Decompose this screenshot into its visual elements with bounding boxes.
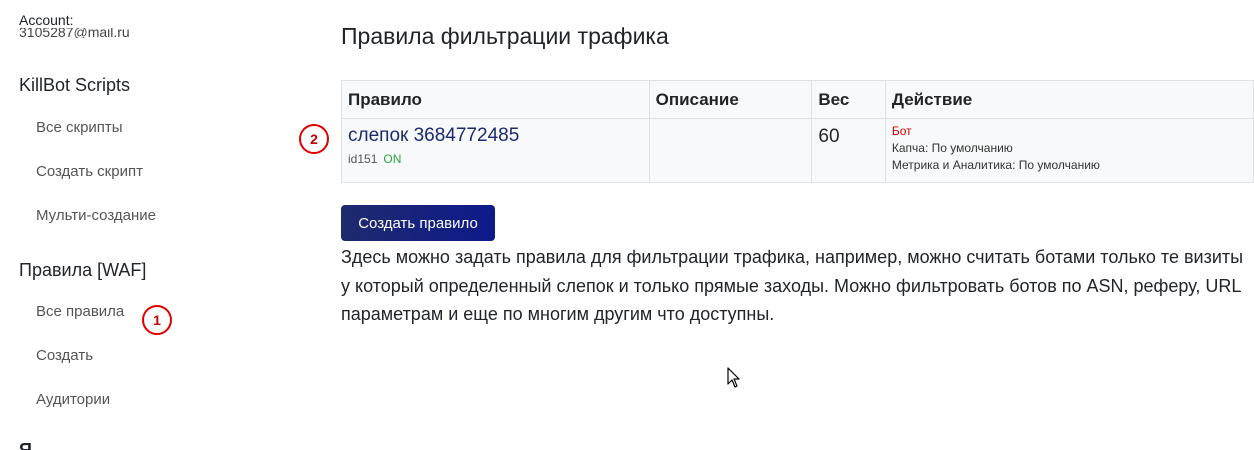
section-title-partial: Я...	[19, 440, 51, 450]
cell-rule: слепок 3684772485 id151 ON	[341, 118, 650, 183]
create-rule-button[interactable]: Создать правило	[341, 205, 495, 241]
section-title-scripts: KillBot Scripts	[19, 75, 131, 95]
rules-table: Правило Описание Вес Действие слепок 368…	[341, 80, 1254, 183]
cell-description	[648, 118, 813, 183]
mouse-cursor-icon	[727, 367, 740, 388]
help-text: Здесь можно задать правила для фильтраци…	[341, 247, 1244, 324]
page-root: Account: 3105287@mail.ru KillBot Scripts…	[0, 0, 1254, 450]
nav-create-rule[interactable]: Создать	[36, 347, 93, 364]
nav-multi-create[interactable]: Мульти-создание	[36, 207, 156, 224]
rule-meta: id151 ON	[348, 152, 643, 166]
header-action: Действие	[884, 80, 1254, 119]
rule-link[interactable]: слепок 3684772485	[348, 125, 643, 147]
account-email: 3105287@mail.ru	[19, 28, 130, 38]
table-header-row: Правило Описание Вес Действие	[341, 80, 1254, 119]
header-description: Описание	[648, 80, 813, 119]
action-bot: Бот	[891, 124, 912, 138]
cell-action: Бот Капча: По умолчанию Метрика и Аналит…	[884, 118, 1254, 183]
nav-all-rules[interactable]: Все правила	[36, 303, 124, 320]
page-title: Правила фильтрации трафика	[341, 23, 669, 49]
action-captcha: Капча: По умолчанию	[891, 141, 1013, 155]
header-rule: Правило	[341, 80, 650, 119]
sidebar: Account: 3105287@mail.ru KillBot Scripts…	[0, 0, 300, 450]
table-row: слепок 3684772485 id151 ON 60 Бот Капча: …	[341, 118, 1254, 183]
rule-id: id151	[348, 152, 378, 166]
account-info: Account: 3105287@mail.ru	[19, 12, 130, 38]
annotation-marker-2: 2	[299, 124, 329, 154]
account-label: Account:	[19, 12, 74, 28]
annotation-marker-1: 1	[142, 305, 172, 335]
rule-weight: 60	[818, 126, 840, 147]
nav-audiences[interactable]: Аудитории	[36, 391, 110, 408]
rule-status-badge: ON	[383, 152, 402, 166]
nav-create-script[interactable]: Создать скрипт	[36, 163, 143, 180]
header-weight: Вес	[811, 80, 886, 119]
section-title-rules: Правила [WAF]	[19, 260, 147, 280]
nav-all-scripts[interactable]: Все скрипты	[36, 119, 123, 136]
cell-weight: 60	[811, 118, 886, 183]
action-metrics: Метрика и Аналитика: По умолчанию	[891, 158, 1100, 172]
